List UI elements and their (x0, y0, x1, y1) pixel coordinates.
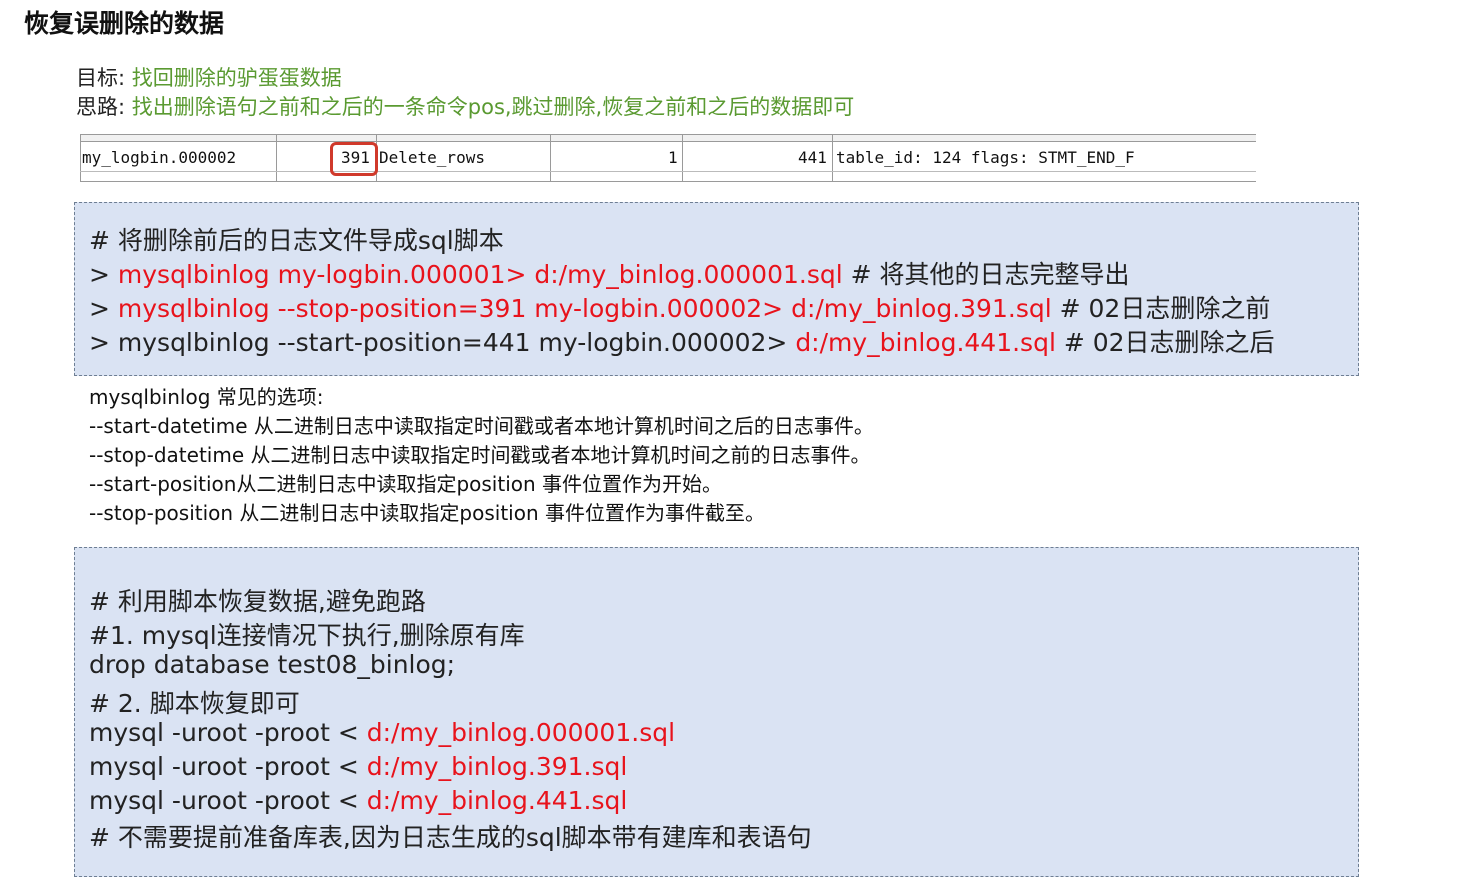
end-log-pos-cell: 441 (798, 148, 827, 167)
box1-comment: # 将删除前后的日志文件导成sql脚本 (89, 226, 504, 255)
export-commands-box: # 将删除前后的日志文件导成sql脚本 > mysqlbinlog my-log… (74, 202, 1359, 376)
restore-commands-box: # 利用脚本恢复数据,避免跑路 #1. mysql连接情况下执行,删除原有库 d… (74, 547, 1359, 877)
box2-drop: drop database test08_binlog; (89, 650, 456, 679)
option-item: --stop-datetime 从二进制日志中读取指定时间戳或者本地计算机时间之… (89, 443, 871, 467)
box2-comment3: # 2. 脚本恢复即可 (89, 689, 300, 718)
restore-path: d:/my_binlog.441.sql (366, 786, 628, 815)
page-title: 恢复误删除的数据 (24, 9, 225, 38)
goal-text: 找回删除的驴蛋蛋数据 (131, 66, 342, 90)
box1-line3-prefix: > mysqlbinlog --start-position=441 my-lo… (89, 328, 796, 357)
option-item: --start-datetime 从二进制日志中读取指定时间戳或者本地计算机时间… (89, 414, 874, 438)
goal-line: 目标: 找回删除的驴蛋蛋数据 (76, 62, 342, 92)
box1-line3: > mysqlbinlog --start-position=441 my-lo… (89, 323, 1275, 359)
server-id-cell: 1 (668, 148, 678, 167)
box1-line2-comment: # 02日志删除之前 (1051, 294, 1271, 323)
option-item: --stop-position 从二进制日志中读取指定position 事件位置… (89, 501, 765, 525)
box1-line3-path: d:/my_binlog.441.sql (795, 328, 1056, 357)
restore-path: d:/my_binlog.000001.sql (366, 718, 676, 747)
restore-path: d:/my_binlog.391.sql (366, 752, 628, 781)
box2-comment1: # 利用脚本恢复数据,避免跑路 (89, 587, 426, 616)
event-type-cell: Delete_rows (379, 148, 485, 167)
restore-line: mysql -uroot -proot < d:/my_binlog.441.s… (89, 786, 628, 815)
idea-label: 思路: (76, 95, 132, 119)
restore-line: mysql -uroot -proot < d:/my_binlog.391.s… (89, 752, 628, 781)
box2-comment2: #1. mysql连接情况下执行,删除原有库 (89, 621, 525, 650)
box1-line1: > mysqlbinlog my-logbin.000001> d:/my_bi… (89, 260, 1130, 289)
binlog-row: my_logbin.000002 391 Delete_rows 1 441 t… (80, 145, 1256, 172)
box1-line1-cmd: mysqlbinlog my-logbin.000001> d:/my_binl… (117, 260, 843, 289)
log-name-cell: my_logbin.000002 (82, 148, 237, 167)
info-cell: table_id: 124 flags: STMT_END_F (836, 148, 1135, 167)
box1-line2: > mysqlbinlog --stop-position=391 my-log… (89, 294, 1271, 323)
options-list: mysqlbinlog 常见的选项: --start-datetime 从二进制… (89, 383, 874, 528)
binlog-events-screenshot: my_logbin.000002 391 Delete_rows 1 441 t… (80, 134, 1256, 182)
options-heading: mysqlbinlog 常见的选项: (89, 385, 324, 409)
idea-text: 找出删除语句之前和之后的一条命令pos,跳过删除,恢复之前和之后的数据即可 (131, 95, 855, 119)
box1-line2-cmd: mysqlbinlog --stop-position=391 my-logbi… (117, 294, 1052, 323)
restore-line: mysql -uroot -proot < d:/my_binlog.00000… (89, 718, 676, 747)
box1-line3-comment: # 02日志删除之后 (1055, 328, 1275, 357)
box1-line1-comment: # 将其他的日志完整导出 (842, 260, 1130, 289)
option-item: --start-position从二进制日志中读取指定position 事件位置… (89, 472, 723, 496)
idea-line: 思路: 找出删除语句之前和之后的一条命令pos,跳过删除,恢复之前和之后的数据即… (76, 91, 854, 121)
highlight-box (330, 142, 378, 176)
goal-label: 目标: (76, 66, 132, 90)
box2-comment4: # 不需要提前准备库表,因为日志生成的sql脚本带有建库和表语句 (89, 823, 812, 852)
